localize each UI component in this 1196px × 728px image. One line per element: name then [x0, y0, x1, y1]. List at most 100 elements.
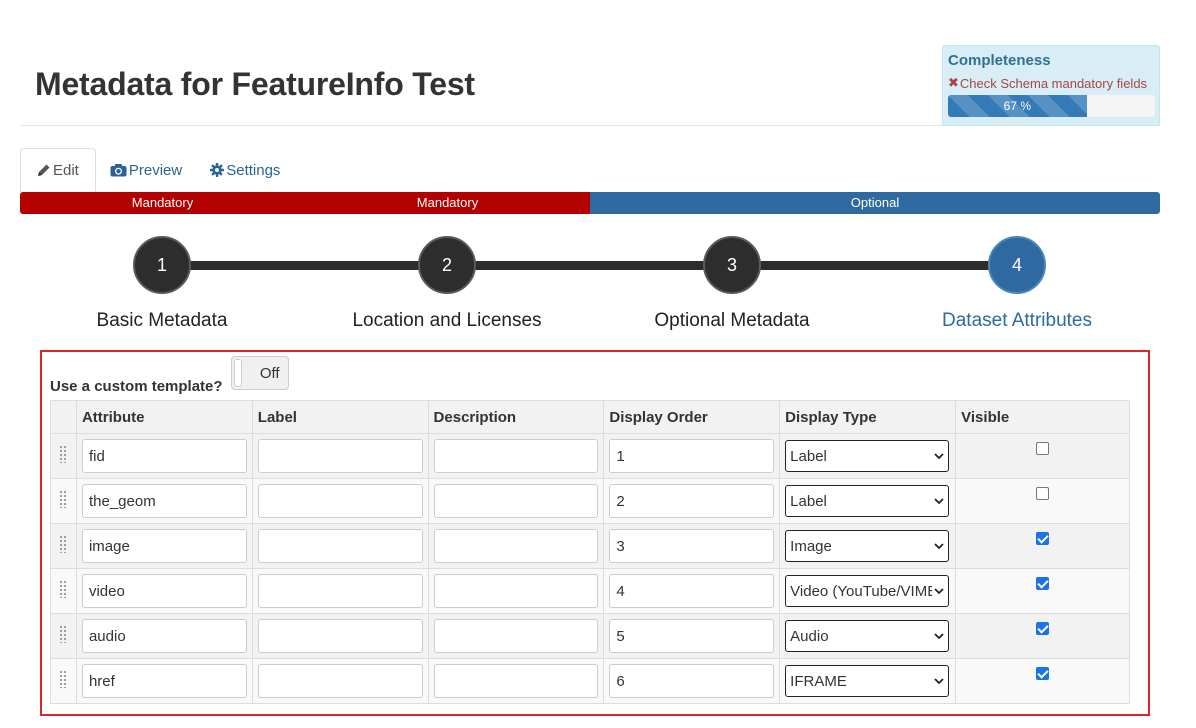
display-order-input[interactable]: 1 [609, 439, 775, 473]
attribute-label-input[interactable] [257, 439, 423, 473]
attribute-name-input[interactable]: fid [81, 439, 247, 473]
wizard-step-3[interactable]: 3 Optional Metadata [632, 230, 832, 332]
attribute-name-input[interactable]: the_geom [81, 484, 247, 518]
visible-checkbox[interactable] [1036, 487, 1050, 500]
display-type-cell: IFRAME [779, 658, 957, 704]
display-order-cell: 5 [603, 613, 781, 659]
display-type-select[interactable]: Label [785, 440, 950, 472]
display-type-value: IFRAME [790, 672, 847, 690]
column-header-display-type: Display Type [779, 400, 957, 434]
display-type-select[interactable]: IFRAME [785, 665, 950, 697]
page-title: Metadata for FeatureInfo Test [35, 66, 475, 102]
display-order-input[interactable]: 5 [609, 619, 775, 653]
drag-handle-icon[interactable] [59, 580, 68, 598]
completeness-progress: 67 % [948, 95, 1155, 117]
label-cell [251, 433, 429, 479]
label-cell [251, 658, 429, 704]
wizard-step-4[interactable]: 4 Dataset Attributes [917, 230, 1117, 332]
drag-handle-cell[interactable] [50, 523, 77, 569]
attribute-name-input[interactable]: image [81, 529, 247, 563]
visible-cell [955, 523, 1130, 569]
drag-handle-icon[interactable] [59, 445, 68, 463]
requirement-segment-3: Optional [590, 192, 1160, 214]
wizard-step-2[interactable]: 2 Location and Licenses [347, 230, 547, 332]
description-cell [427, 523, 605, 569]
attribute-description-input[interactable] [433, 484, 599, 518]
table-row: image 3 Image [50, 523, 1130, 569]
display-type-select[interactable]: Video (YouTube/VIMEO) [785, 575, 950, 607]
visible-checkbox[interactable] [1036, 532, 1050, 545]
attribute-label-input[interactable] [257, 529, 423, 563]
attribute-name-input[interactable]: href [81, 664, 247, 698]
drag-handle-icon[interactable] [59, 625, 68, 643]
attribute-description-input[interactable] [433, 439, 599, 473]
tab-settings[interactable]: Settings [196, 148, 294, 192]
column-header-handle [50, 400, 77, 434]
schema-check-message[interactable]: ✖ Check Schema mandatory fields [948, 75, 1154, 91]
attribute-cell: href [75, 658, 253, 704]
display-type-cell: Label [779, 478, 957, 524]
attribute-name-input[interactable]: audio [81, 619, 247, 653]
custom-template-toggle[interactable]: Off [230, 356, 289, 390]
table-row: audio 5 Audio [50, 613, 1130, 659]
schema-check-label: Check Schema mandatory fields [959, 75, 1148, 91]
attribute-label-input[interactable] [257, 619, 423, 653]
completeness-title: Completeness [948, 52, 1051, 69]
attribute-label-input[interactable] [257, 664, 423, 698]
completeness-progress-bar: 67 % [948, 95, 1087, 117]
drag-handle-cell[interactable] [50, 568, 77, 614]
attribute-description-input[interactable] [433, 529, 599, 563]
display-type-select[interactable]: Image [785, 530, 950, 562]
label-cell [251, 568, 429, 614]
tab-preview-label: Preview [128, 161, 183, 179]
drag-handle-icon[interactable] [59, 490, 68, 508]
wizard-step-2-number: 2 [418, 236, 476, 294]
drag-handle-icon[interactable] [59, 535, 68, 553]
visible-checkbox[interactable] [1036, 667, 1050, 680]
tab-preview[interactable]: Preview [96, 148, 196, 192]
attribute-description-input[interactable] [433, 619, 599, 653]
display-order-input[interactable]: 4 [609, 574, 775, 608]
visible-checkbox[interactable] [1036, 577, 1050, 590]
visible-checkbox[interactable] [1036, 622, 1050, 635]
editor-tabs: Edit Preview Settings [20, 148, 1160, 192]
display-type-cell: Video (YouTube/VIMEO) [779, 568, 957, 614]
display-type-value: Label [790, 492, 827, 510]
tab-edit[interactable]: Edit [20, 148, 96, 192]
attribute-cell: image [75, 523, 253, 569]
table-row: the_geom 2 Label [50, 478, 1130, 524]
drag-handle-cell[interactable] [50, 613, 77, 659]
chevron-down-icon [934, 497, 944, 505]
attribute-label-input[interactable] [257, 574, 423, 608]
column-header-label: Label [251, 400, 429, 434]
display-order-input[interactable]: 3 [609, 529, 775, 563]
display-order-input[interactable]: 6 [609, 664, 775, 698]
display-type-select[interactable]: Label [785, 485, 950, 517]
tab-edit-label: Edit [53, 161, 79, 179]
gear-icon [210, 163, 225, 177]
wizard-step-3-number: 3 [703, 236, 761, 294]
attribute-description-input[interactable] [433, 574, 599, 608]
x-icon: ✖ [948, 75, 959, 90]
wizard-track [162, 261, 1017, 270]
label-cell [251, 478, 429, 524]
wizard-step-4-number: 4 [988, 236, 1046, 294]
camera-icon [110, 163, 127, 177]
attribute-description-input[interactable] [433, 664, 599, 698]
drag-handle-cell[interactable] [50, 433, 77, 479]
visible-cell [955, 613, 1130, 659]
description-cell [427, 568, 605, 614]
label-cell [251, 523, 429, 569]
attribute-label-input[interactable] [257, 484, 423, 518]
display-type-value: Label [790, 447, 827, 465]
column-header-visible: Visible [955, 400, 1130, 434]
visible-checkbox[interactable] [1036, 442, 1050, 455]
drag-handle-cell[interactable] [50, 478, 77, 524]
table-row: href 6 IFRAME [50, 658, 1130, 704]
display-type-select[interactable]: Audio [785, 620, 950, 652]
drag-handle-cell[interactable] [50, 658, 77, 704]
attribute-name-input[interactable]: video [81, 574, 247, 608]
drag-handle-icon[interactable] [59, 670, 68, 688]
display-order-input[interactable]: 2 [609, 484, 775, 518]
wizard-step-1[interactable]: 1 Basic Metadata [62, 230, 262, 332]
